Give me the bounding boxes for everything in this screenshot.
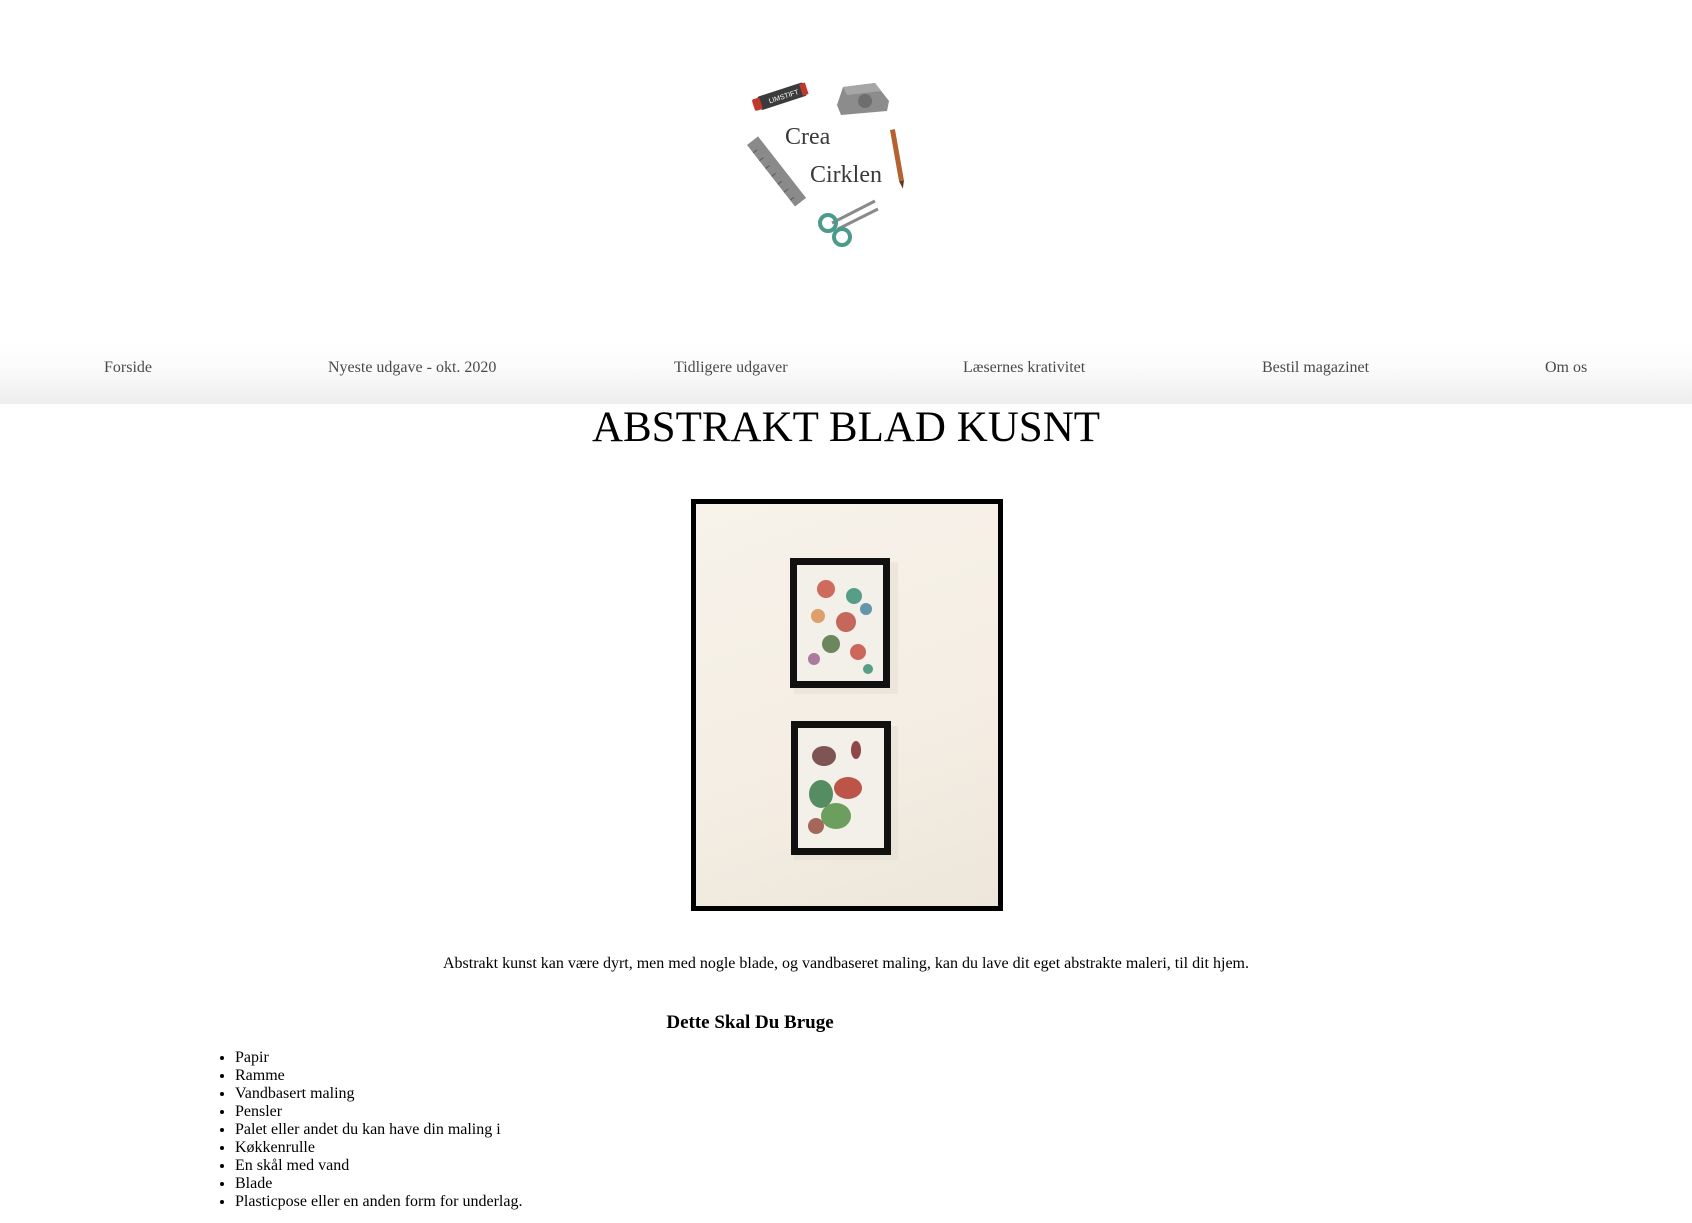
list-item: Vandbasert maling bbox=[235, 1085, 522, 1103]
logo-text-line1: Crea bbox=[785, 124, 831, 150]
list-item: Køkkenrulle bbox=[235, 1139, 522, 1157]
page-title: ABSTRAKT BLAD KUSNT bbox=[591, 404, 1101, 451]
list-item: Blade bbox=[235, 1175, 522, 1193]
list-item: Palet eller andet du kan have din maling… bbox=[235, 1121, 522, 1139]
list-item: Papir bbox=[235, 1049, 522, 1067]
pencil-icon bbox=[890, 129, 904, 189]
nav-item-laesernes-kreativitet[interactable]: Læsernes krativitet bbox=[963, 359, 1085, 377]
nav-item-nyeste-udgave[interactable]: Nyeste udgave - okt. 2020 bbox=[328, 359, 496, 377]
article-photo bbox=[691, 499, 1003, 911]
materials-list: Papir Ramme Vandbasert maling Pensler Pa… bbox=[195, 1049, 522, 1211]
list-item: En skål med vand bbox=[235, 1157, 522, 1175]
tape-dispenser-icon bbox=[837, 83, 889, 115]
glue-stick-icon: LIMSTIFT bbox=[752, 82, 809, 111]
framed-leaf-art-image bbox=[790, 558, 898, 860]
scissors-icon bbox=[818, 199, 879, 247]
nav-item-forside[interactable]: Forside bbox=[104, 359, 152, 377]
nav-item-bestil-magazinet[interactable]: Bestil magazinet bbox=[1262, 359, 1369, 377]
materials-heading: Dette Skal Du Bruge bbox=[666, 1012, 834, 1033]
list-item: Pensler bbox=[235, 1103, 522, 1121]
nav-item-tidligere-udgaver[interactable]: Tidligere udgaver bbox=[674, 359, 788, 377]
main-navigation: Forside Nyeste udgave - okt. 2020 Tidlig… bbox=[0, 340, 1692, 404]
nav-item-om-os[interactable]: Om os bbox=[1545, 359, 1587, 377]
article-intro: Abstrakt kunst kan være dyrt, men med no… bbox=[442, 955, 1249, 972]
site-header: LIMSTIFT Crea Cirklen bbox=[0, 0, 1692, 340]
list-item: Plasticpose eller en anden form for unde… bbox=[235, 1193, 522, 1211]
logo-text-line2: Cirklen bbox=[810, 162, 882, 188]
list-item: Ramme bbox=[235, 1067, 522, 1085]
